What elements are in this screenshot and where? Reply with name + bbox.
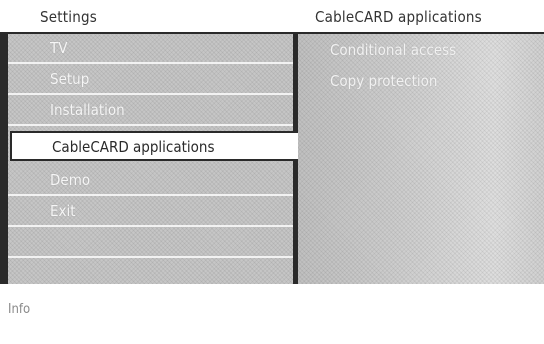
menu-item-label: Setup bbox=[50, 70, 90, 88]
submenu-panel: Conditional access Copy protection bbox=[298, 34, 544, 284]
menu-item-label: Demo bbox=[50, 171, 91, 189]
submenu-title: CableCARD applications bbox=[315, 8, 482, 26]
menu-title: Settings bbox=[40, 8, 97, 26]
menu-item-cablecard-applications[interactable]: CableCARD applications bbox=[10, 131, 300, 161]
header-bar: Settings CableCARD applications bbox=[0, 0, 544, 34]
menu-item-tv[interactable]: TV bbox=[8, 34, 293, 64]
settings-panel: TV Setup Installation CableCARD applicat… bbox=[0, 34, 544, 284]
menu-item-label: CableCARD applications bbox=[52, 138, 215, 156]
menu-item-label: TV bbox=[50, 39, 68, 57]
info-label: Info bbox=[8, 302, 31, 317]
menu-item-label: Exit bbox=[50, 202, 76, 220]
submenu-item-conditional-access[interactable]: Conditional access bbox=[330, 41, 456, 59]
main-menu: TV Setup Installation CableCARD applicat… bbox=[8, 34, 300, 284]
menu-item-installation[interactable]: Installation bbox=[8, 96, 293, 126]
menu-item-demo[interactable]: Demo bbox=[8, 166, 293, 196]
submenu-item-copy-protection[interactable]: Copy protection bbox=[330, 72, 437, 90]
menu-item-empty bbox=[8, 228, 293, 258]
menu-item-setup[interactable]: Setup bbox=[8, 65, 293, 95]
info-area: Info bbox=[0, 284, 544, 344]
menu-item-label: Installation bbox=[50, 101, 125, 119]
menu-item-exit[interactable]: Exit bbox=[8, 197, 293, 227]
